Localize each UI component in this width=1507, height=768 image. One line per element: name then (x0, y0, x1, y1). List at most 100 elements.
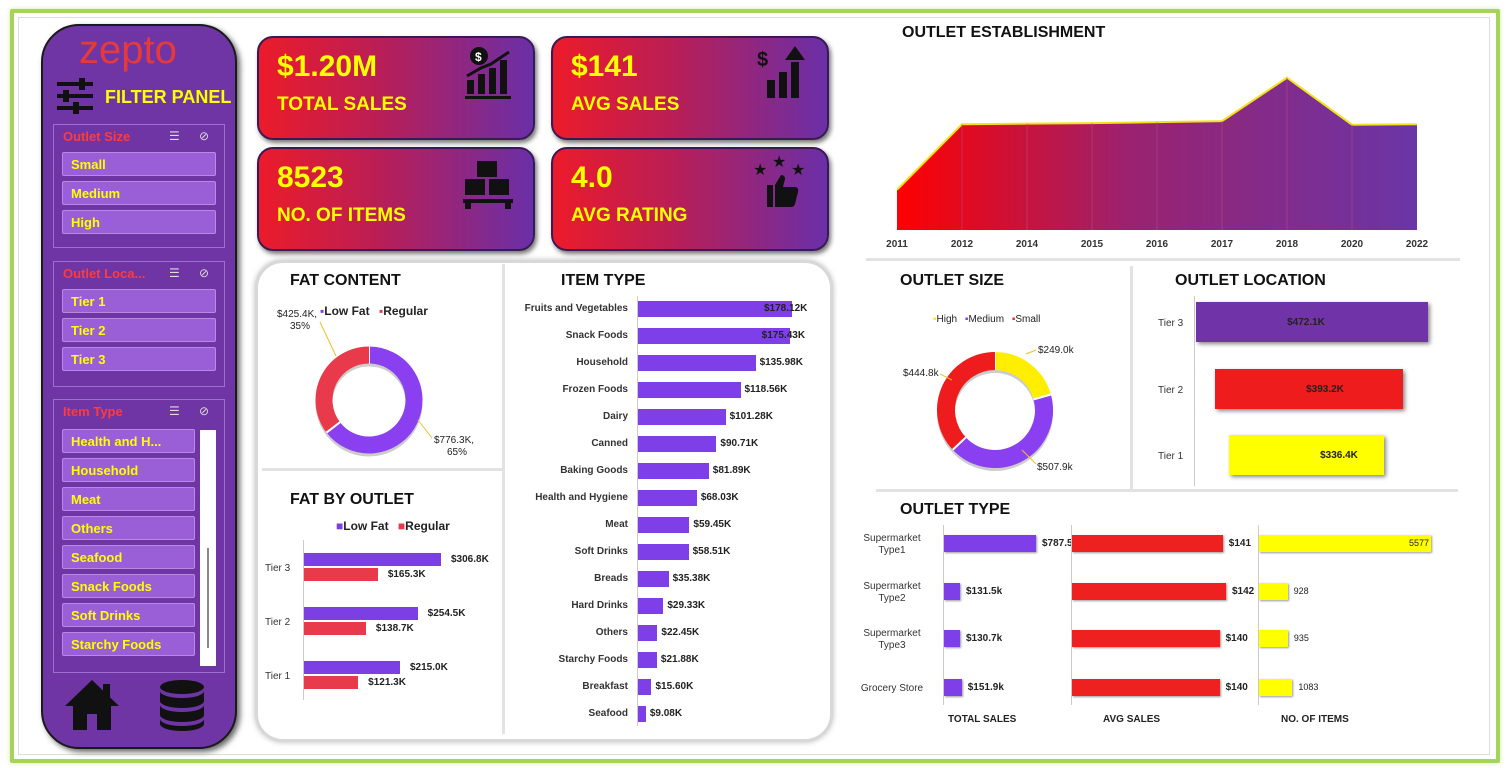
slicer-item-tier-3[interactable]: Tier 3 (62, 347, 216, 371)
category-label: Canned (591, 438, 628, 449)
home-icon[interactable] (63, 678, 121, 732)
fat-content-legend: ▪Low Fat ▪Regular (320, 304, 428, 318)
bar-value-label: $22.45K (661, 627, 700, 638)
slicer-item-meat[interactable]: Meat (62, 487, 195, 511)
kpi-value: $1.20M (277, 50, 378, 83)
outlet-size-legend: ▪High ▪Medium ▪Small (933, 314, 1040, 325)
category-label: Seafood (588, 708, 628, 719)
category-label: Breads (594, 573, 628, 584)
database-icon[interactable] (157, 678, 207, 732)
slicer-item-seafood[interactable]: Seafood (62, 545, 195, 569)
bar-regular (304, 568, 378, 581)
item-type-slicer-title: Item Type (63, 404, 123, 419)
outlet-location-slicer-title: Outlet Loca... (63, 266, 146, 281)
slicer-item-household[interactable]: Household (62, 458, 195, 482)
x-tick-label: 2012 (951, 239, 974, 250)
leader-lines (940, 349, 1037, 465)
scrollbar-thumb[interactable] (207, 548, 209, 648)
bar-value-label: $175.43K (761, 330, 806, 341)
outlet-size-title: OUTLET SIZE (900, 272, 1004, 289)
category-label: Fruits and Vegetables (524, 303, 628, 314)
x-tick-label: 2017 (1211, 239, 1234, 250)
bar-value-label: $306.8K (451, 554, 489, 565)
item-type-slicer: Item Type ☰ ⊘ Health and H... Household … (53, 399, 225, 673)
category-label: Tier 2 (1158, 385, 1184, 396)
legend-label: Regular (405, 519, 450, 533)
stars-thumbs-up-icon: ★ ★ ★ (753, 155, 805, 207)
outlet-type-title: OUTLET TYPE (900, 501, 1011, 518)
category-label: Tier 3 (1158, 318, 1184, 329)
bar-value-label: 935 (1293, 633, 1309, 643)
slicer-item-soft-drinks[interactable]: Soft Drinks (62, 603, 195, 627)
slicer-item-snack-foods[interactable]: Snack Foods (62, 574, 195, 598)
bar-low-fat (304, 553, 441, 566)
filter-panel-title: FILTER PANEL (105, 87, 232, 107)
slicer-item-tier-1[interactable]: Tier 1 (62, 289, 216, 313)
clear-filter-icon[interactable]: ⊘ (199, 266, 209, 280)
slicer-scrollbar[interactable] (200, 430, 216, 666)
slicer-item-medium[interactable]: Medium (62, 181, 216, 205)
slicer-item-small[interactable]: Small (62, 152, 216, 176)
multi-select-icon[interactable]: ☰ (169, 266, 180, 280)
category-label: Dairy (602, 411, 628, 422)
item-type-bar (638, 382, 741, 398)
slicer-header: Item Type ☰ ⊘ (54, 400, 224, 422)
slicer-item-starchy-foods[interactable]: Starchy Foods (62, 632, 195, 656)
bar-value-label: $68.03K (700, 492, 739, 503)
category-label: Soft Drinks (574, 546, 628, 557)
category-label: Meat (605, 519, 628, 530)
bar-regular (304, 622, 366, 635)
svg-text:★: ★ (772, 155, 786, 171)
multi-select-icon[interactable]: ☰ (169, 404, 180, 418)
clear-filter-icon[interactable]: ⊘ (199, 129, 209, 143)
item-type-bar (638, 355, 756, 371)
bar-value-label: $151.9k (967, 682, 1004, 693)
bar-value-label: 1083 (1298, 682, 1319, 692)
outlet-type-bar (944, 630, 960, 647)
x-tick-label: 2011 (886, 239, 908, 250)
outlet-size-slicer-title: Outlet Size (63, 129, 131, 144)
outlet-type-bar (1072, 535, 1223, 552)
bar-value-label: $101.28K (729, 411, 773, 422)
bar-value-label: $215.0K (410, 662, 448, 673)
item-type-bar (638, 571, 669, 587)
outlet-type-bar (1259, 583, 1288, 600)
outlet-type-bar (944, 679, 962, 696)
fat-by-outlet-title: FAT BY OUTLET (290, 491, 414, 508)
category-label: Household (576, 357, 628, 368)
item-type-bar (638, 679, 652, 695)
category-label: Others (595, 627, 628, 638)
item-type-bar (638, 436, 717, 452)
kpi-label: AVG RATING (571, 205, 688, 226)
growth-arrow-icon: $ (757, 46, 805, 98)
regular-value-label: $425.4K, (277, 309, 318, 320)
slicer-item-others[interactable]: Others (62, 516, 195, 540)
slicer-item-tier-2[interactable]: Tier 2 (62, 318, 216, 342)
bar-value-label: $393.2K (1306, 384, 1344, 395)
bar-value-label: $29.33K (667, 600, 706, 611)
outlet-type-bar (1072, 679, 1220, 696)
bar-value-label: $140 (1225, 682, 1248, 693)
outlet-location-slicer: Outlet Loca... ☰ ⊘ Tier 1 Tier 2 Tier 3 (53, 261, 225, 387)
kpi-label: NO. OF ITEMS (277, 205, 406, 226)
section-divider (1130, 266, 1133, 492)
fat-content-title: FAT CONTENT (290, 272, 401, 289)
outlet-type-bar (944, 535, 1036, 552)
bar-value-label: $165.3K (387, 569, 426, 580)
item-type-bar (638, 706, 646, 722)
slicer-item-high[interactable]: High (62, 210, 216, 234)
slicer-item-health-and-hygiene[interactable]: Health and H... (62, 429, 195, 453)
axis-line (1258, 525, 1259, 705)
category-label: Hard Drinks (571, 600, 628, 611)
category-label: Supermarket Type3 (863, 628, 921, 651)
zepto-logo: zepto (79, 28, 177, 72)
small-value-label: $444.8k (903, 368, 939, 379)
category-label: Baking Goods (560, 465, 628, 476)
item-type-bar (638, 409, 726, 425)
clear-filter-icon[interactable]: ⊘ (199, 404, 209, 418)
category-label: Tier 1 (265, 671, 291, 682)
bar-value-label: 928 (1293, 586, 1309, 596)
multi-select-icon[interactable]: ☰ (169, 129, 180, 143)
bar-value-label: $254.5K (427, 608, 466, 619)
bar-value-label: $138.7K (375, 623, 414, 634)
